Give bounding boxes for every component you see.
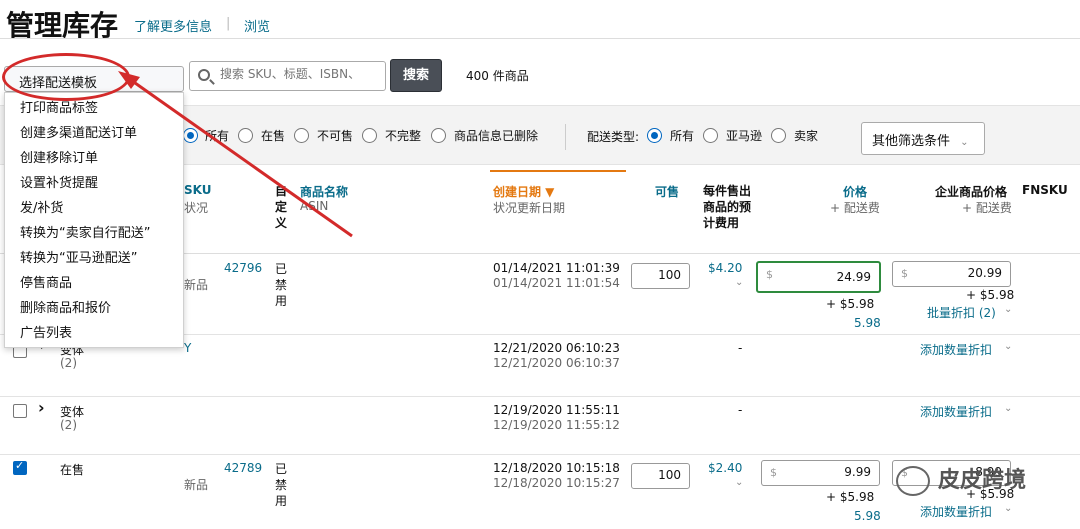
watermark: 皮皮跨境 <box>938 468 1027 493</box>
wechat-icon <box>896 466 930 496</box>
annotation-arrow <box>118 71 353 238</box>
